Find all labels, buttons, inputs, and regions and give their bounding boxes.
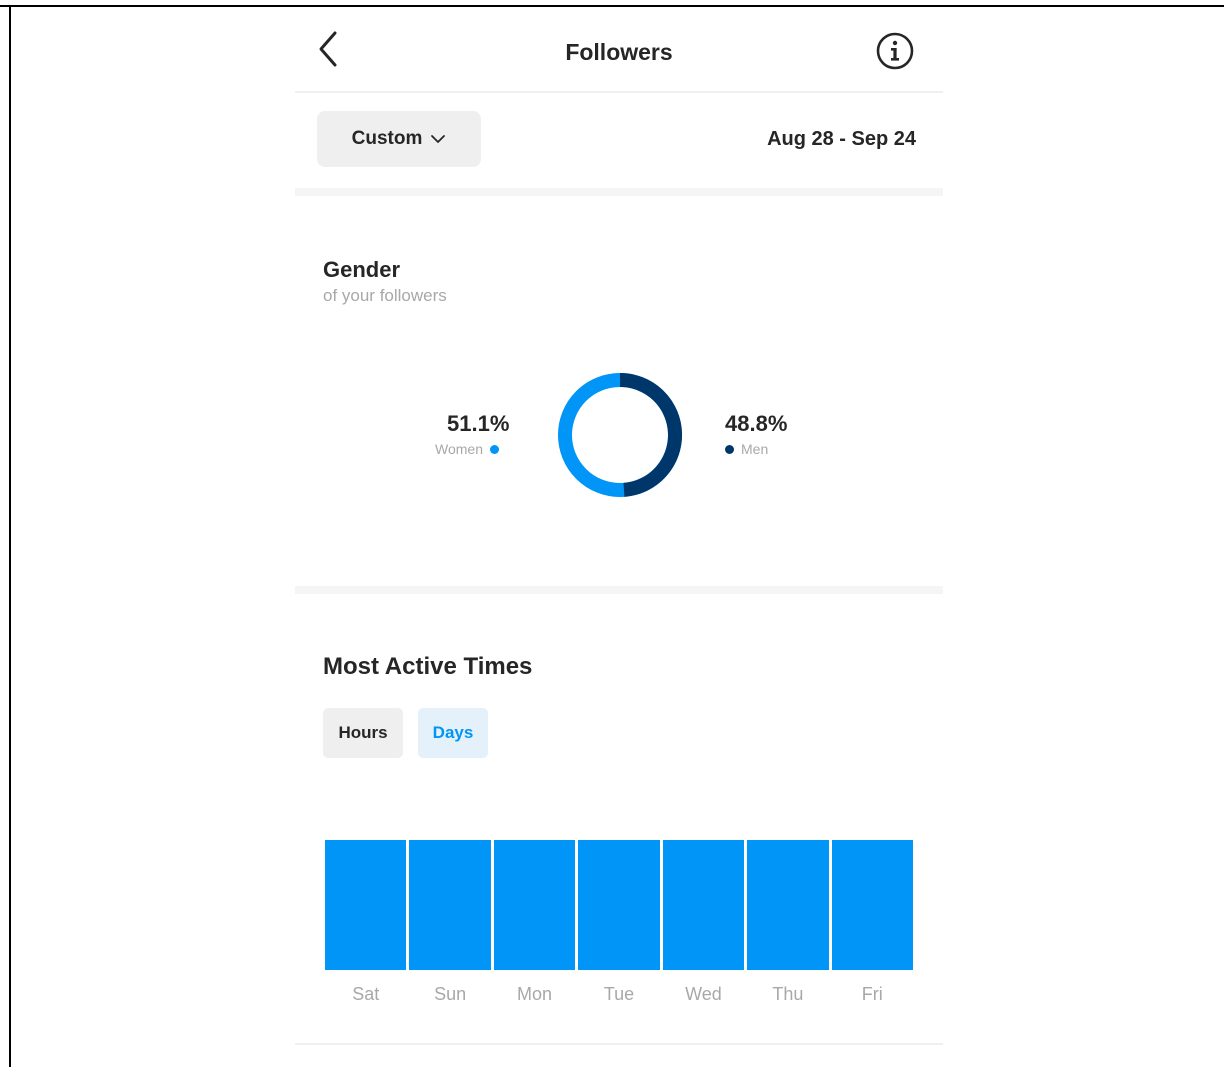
tab-days[interactable]: Days <box>418 708 488 758</box>
women-percent: 51.1% <box>447 411 510 436</box>
date-range-text: Aug 28 - Sep 24 <box>767 128 916 150</box>
tab-hours[interactable]: Hours <box>323 708 403 758</box>
bottom-divider <box>295 1043 943 1045</box>
bar-sun <box>409 840 491 970</box>
women-legend-dot <box>489 444 499 454</box>
bar-label-fri: Fri <box>861 984 883 1004</box>
bar-fri <box>831 840 913 970</box>
women-label: Women <box>435 441 483 457</box>
bar-label-sat: Sat <box>352 984 380 1004</box>
section-divider <box>295 188 943 196</box>
bar-wed <box>662 840 745 970</box>
bar-tue <box>578 840 660 970</box>
date-range-dropdown-label: Custom <box>351 128 423 149</box>
nav-bar: Followers <box>295 7 943 93</box>
chevron-down-icon <box>431 135 446 143</box>
info-circle-icon <box>876 32 914 70</box>
gender-donut-chart <box>558 373 683 497</box>
date-range-dropdown[interactable]: Custom <box>317 111 481 167</box>
page-title: Followers <box>565 39 673 65</box>
gender-title: Gender <box>323 257 401 282</box>
bar-label-wed: Wed <box>685 984 722 1004</box>
gender-subtitle: of your followers <box>323 286 447 305</box>
bar-label-sun: Sun <box>434 984 467 1004</box>
bar-label-mon: Mon <box>517 984 553 1004</box>
men-legend: Men <box>725 441 768 457</box>
bar-label-thu: Thu <box>772 984 804 1004</box>
followers-screen: Followers Custom Aug 28 - Sep 24 Gender … <box>295 7 943 1067</box>
men-percent: 48.8% <box>725 411 788 436</box>
bar-sat <box>325 840 407 970</box>
men-label: Men <box>741 441 769 457</box>
info-button[interactable] <box>873 29 917 73</box>
men-slice <box>619 373 683 497</box>
bar-mon <box>493 840 576 970</box>
men-legend-dot <box>725 444 734 454</box>
bar-thu <box>747 840 829 970</box>
women-legend: Women <box>435 441 499 457</box>
section-divider <box>295 586 943 594</box>
bar-label-tue: Tue <box>603 984 635 1004</box>
nav-divider <box>295 91 943 93</box>
active-days-bar-chart: Sat Sun Mon Tue Wed Thu Fri <box>295 813 943 1013</box>
frame-left-border <box>9 5 11 1067</box>
most-active-times-title: Most Active Times <box>323 653 533 680</box>
